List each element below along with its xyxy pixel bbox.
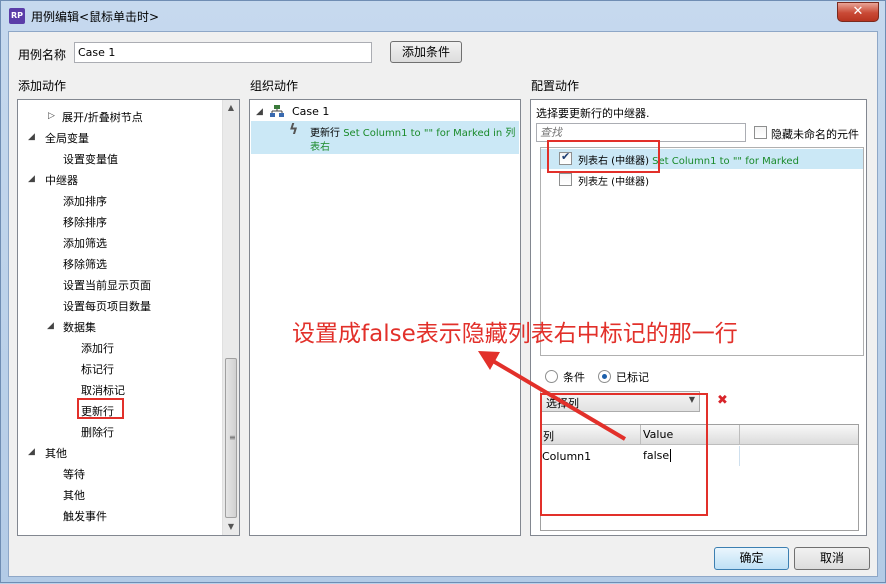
dialog-window: RP 用例编辑<鼠标单击时> ✕ 用例名称 添加条件 添加动作 组织动作 配置动… — [0, 0, 886, 583]
annotation-arrow — [478, 351, 627, 441]
